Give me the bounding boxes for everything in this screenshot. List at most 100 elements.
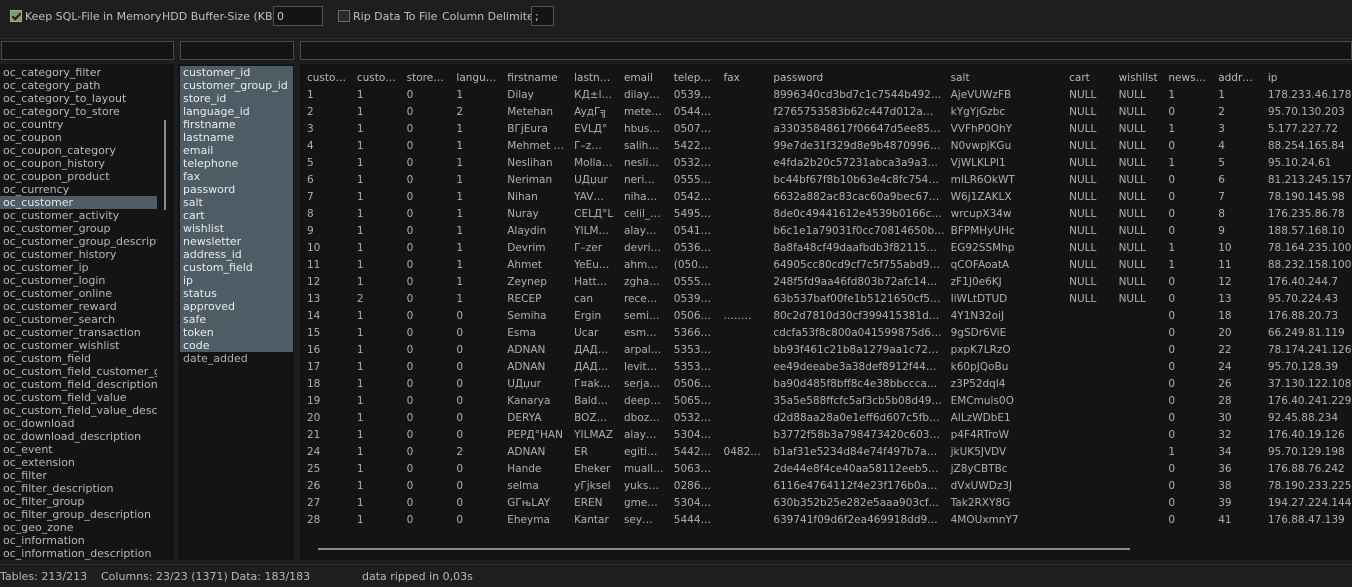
table-row[interactable]: 24 1 0 2 ADNAN ER egiti… 5442… 0482… b1af31e5234d…	[301, 443, 1352, 460]
table-list-item[interactable]: oc_customer_group_description	[0, 235, 157, 248]
table-list-item[interactable]: oc_customer_online	[0, 287, 157, 300]
table-list-item[interactable]: oc_filter_group_description	[0, 508, 157, 521]
table-list-item[interactable]: oc_filter_group	[0, 495, 157, 508]
table-row[interactable]: 13 2 0 1 RECEP can rece… 0539… 63b537baf00fe1b51…	[301, 290, 1352, 307]
grid-column-header[interactable]: custo…	[301, 69, 351, 86]
column-list-item[interactable]: salt	[180, 196, 293, 209]
table-row[interactable]: 11 1 0 1 Ahmet YeEu… ahm… (050… 64905cc80cd9cf7c…	[301, 256, 1352, 273]
grid-column-header[interactable]: wishlist	[1113, 69, 1163, 86]
table-list-item[interactable]: oc_coupon_product	[0, 170, 157, 183]
table-row[interactable]: 7 1 0 1 Nihan YAV… niha… 0542… 6632a882ac83cac60…	[301, 188, 1352, 205]
table-list-item[interactable]: oc_filter_description	[0, 482, 157, 495]
table-list-item[interactable]: oc_geo_zone	[0, 521, 157, 534]
grid-column-header[interactable]: store…	[401, 69, 451, 86]
column-list-item[interactable]: ip	[180, 274, 293, 287]
table-list-item[interactable]: oc_customer_history	[0, 248, 157, 261]
table-row[interactable]: 25 1 0 0 Hande Eheker muall… 5063… 2de44e8f4ce40…	[301, 460, 1352, 477]
table-list-item[interactable]: oc_category_path	[0, 79, 157, 92]
tables-list[interactable]: oc_category_filter oc_category_path oc_cat…	[0, 64, 174, 560]
table-list-item[interactable]: oc_coupon_category	[0, 144, 157, 157]
table-row[interactable]: 26 1 0 0 selma уГјksel yuks… 0286… 6116e4764112f…	[301, 477, 1352, 494]
table-row[interactable]: 28 1 0 0 Eheyma Kantar sey… 5444… 639741f09d6f2e…	[301, 511, 1352, 528]
grid-column-header[interactable]: email	[618, 69, 668, 86]
column-list-item[interactable]: lastname	[180, 131, 293, 144]
column-list-item[interactable]: customer_group_id	[180, 79, 293, 92]
table-list-item[interactable]: oc_information	[0, 534, 157, 547]
column-delimiter-input[interactable]	[531, 6, 554, 26]
column-list-item[interactable]: fax	[180, 170, 293, 183]
table-row[interactable]: 20 1 0 0 DERYA BOZ… dboz… 0532… d2d88aa28a0e1eff…	[301, 409, 1352, 426]
grid-column-header[interactable]: firstname	[501, 69, 568, 86]
table-row[interactable]: 4 1 0 1 Mehmet … Г–z… salih… 5422… 99e7de31f329d…	[301, 137, 1352, 154]
table-list-item[interactable]: oc_customer_login	[0, 274, 157, 287]
table-list-item[interactable]: oc_customer_group	[0, 222, 157, 235]
table-list-item[interactable]: oc_custom_field_description	[0, 378, 157, 391]
table-row[interactable]: 18 1 0 0 UДџur Г¤ak… serja… 0506… ba90d485f8bff8…	[301, 375, 1352, 392]
table-list-item[interactable]: oc_custom_field_customer_grou	[0, 365, 157, 378]
grid-column-header[interactable]: lastn…	[568, 69, 618, 86]
columns-list[interactable]: customer_id customer_group_id store_id lang…	[178, 64, 294, 560]
table-list-item[interactable]: oc_customer_search	[0, 313, 157, 326]
table-row[interactable]: 14 1 0 0 Semiha Ergin semi… 0506… …….. 80c2d7810d…	[301, 307, 1352, 324]
table-list-item[interactable]: oc_customer_transaction	[0, 326, 157, 339]
grid-column-header[interactable]: password	[767, 69, 944, 86]
table-row[interactable]: 6 1 0 1 Neriman UДџur neri… 0555… bc44bf67f8b10b…	[301, 171, 1352, 188]
grid-column-header[interactable]: custo…	[351, 69, 401, 86]
grid-column-header[interactable]: langu…	[450, 69, 501, 86]
column-list-item[interactable]: firstname	[180, 118, 293, 131]
table-list-item[interactable]: oc_customer_wishlist	[0, 339, 157, 352]
table-list-item[interactable]: oc_customer_reward	[0, 300, 157, 313]
table-row[interactable]: 12 1 0 1 Zeynep Hatt… zgha… 0555… 248f5fd9aa46fd…	[301, 273, 1352, 290]
tables-scrollbar[interactable]	[164, 120, 166, 210]
column-list-item[interactable]: wishlist	[180, 222, 293, 235]
grid-column-header[interactable]: salt	[945, 69, 1064, 86]
table-list-item[interactable]: oc_event	[0, 443, 157, 456]
table-list-item[interactable]: oc_category_to_store	[0, 105, 157, 118]
column-list-item[interactable]: customer_id	[180, 66, 293, 79]
table-list-item[interactable]: oc_country	[0, 118, 157, 131]
columns-filter-input[interactable]	[180, 41, 294, 60]
table-row[interactable]: 9 1 0 1 Alaydin YILM… alay… 0541… b6c1e1a79031f0…	[301, 222, 1352, 239]
column-list-item[interactable]: store_id	[180, 92, 293, 105]
table-row[interactable]: 10 1 0 1 Devrim Г–zer devri… 0536… 8a8fa48cf49da…	[301, 239, 1352, 256]
column-list-item[interactable]: approved	[180, 300, 293, 313]
table-list-item[interactable]: oc_extension	[0, 456, 157, 469]
grid-column-header[interactable]: addr…	[1212, 69, 1262, 86]
table-list-item[interactable]: oc_coupon_history	[0, 157, 157, 170]
column-list-item[interactable]: address_id	[180, 248, 293, 261]
table-list-item[interactable]: oc_information_description	[0, 547, 157, 560]
table-row[interactable]: 27 1 0 0 GГњLAY EREN gme… 5304… 630b352b25e282e5…	[301, 494, 1352, 511]
table-list-item[interactable]: oc_custom_field	[0, 352, 157, 365]
table-list-item[interactable]: oc_custom_field_value	[0, 391, 157, 404]
table-list-item[interactable]: oc_filter	[0, 469, 157, 482]
column-list-item[interactable]: safe	[180, 313, 293, 326]
table-list-item[interactable]: oc_category_to_layout	[0, 92, 157, 105]
grid-column-header[interactable]: news…	[1162, 69, 1212, 86]
grid-column-header[interactable]: cart	[1063, 69, 1112, 86]
table-list-item[interactable]: oc_customer_activity	[0, 209, 157, 222]
table-list-item[interactable]: oc_customer	[0, 196, 157, 209]
grid-column-header[interactable]: fax	[718, 69, 768, 86]
table-row[interactable]: 21 1 0 0 РЕРД°HAN YILMAZ alay… 5304… b3772f58b3a…	[301, 426, 1352, 443]
table-list-item[interactable]: oc_download	[0, 417, 157, 430]
hdd-buffer-input[interactable]	[273, 6, 323, 26]
table-row[interactable]: 3 1 0 1 ВГјEura EVLД° hbus… 0507… a33035848617f0…	[301, 120, 1352, 137]
table-row[interactable]: 19 1 0 0 Kanarya Bald… deep… 5065… 35a5e588ffcfc…	[301, 392, 1352, 409]
column-list-item[interactable]: status	[180, 287, 293, 300]
table-row[interactable]: 15 1 0 0 Esma Ucar esm… 5366… cdcfa53f8c800a0415…	[301, 324, 1352, 341]
keep-sql-checkbox[interactable]: Keep SQL-File in Memory	[10, 8, 161, 24]
column-list-item[interactable]: code	[180, 339, 293, 352]
table-list-item[interactable]: oc_custom_field_value_descript	[0, 404, 157, 417]
table-list-item[interactable]: oc_category_filter	[0, 66, 157, 79]
table-list-item[interactable]: oc_coupon	[0, 131, 157, 144]
column-list-item[interactable]: cart	[180, 209, 293, 222]
tables-filter-input[interactable]	[1, 41, 174, 60]
column-list-item[interactable]: token	[180, 326, 293, 339]
table-list-item[interactable]: oc_currency	[0, 183, 157, 196]
data-filter-input[interactable]	[300, 41, 1352, 60]
column-list-item[interactable]: newsletter	[180, 235, 293, 248]
table-row[interactable]: 8 1 0 1 Nuray CELД°L celil_… 5495… 8de0c49441612…	[301, 205, 1352, 222]
rip-data-checkbox[interactable]: Rip Data To File	[338, 8, 437, 24]
column-list-item[interactable]: telephone	[180, 157, 293, 170]
column-list-item[interactable]: language_id	[180, 105, 293, 118]
